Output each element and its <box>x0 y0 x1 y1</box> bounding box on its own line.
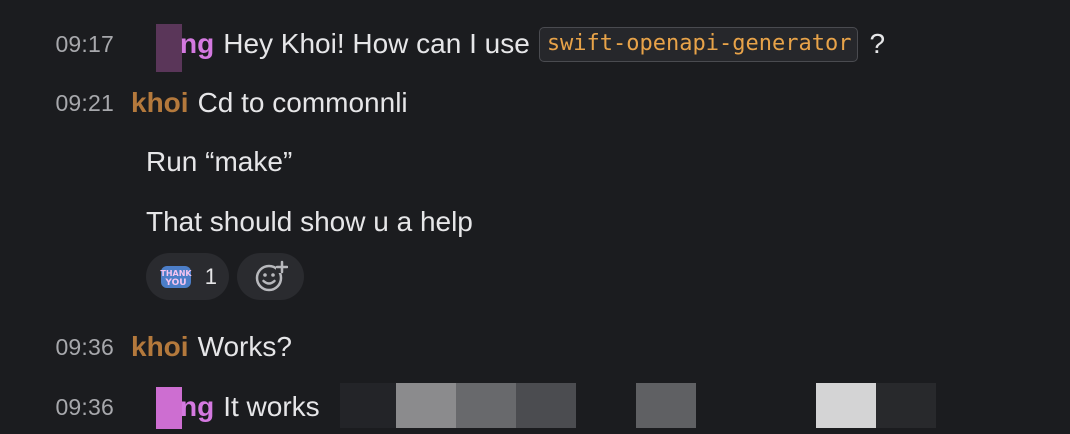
redacted-block <box>516 383 576 428</box>
username-link[interactable]: ng <box>180 28 214 60</box>
message-timestamp: 09:21 <box>55 89 114 116</box>
message-row: 09:36 khoi Works? <box>0 327 1070 367</box>
message-content: khoi Cd to commonnli <box>131 87 408 119</box>
message-content: Run “make” <box>146 146 292 178</box>
message-row: That should show u a help <box>0 202 1070 242</box>
emoji-text-line: YOU <box>164 278 186 288</box>
message-text: It works <box>223 391 320 422</box>
username-link[interactable]: ng <box>180 391 214 423</box>
message-text: Run “make” <box>146 146 293 177</box>
thank-you-reaction-button[interactable]: THANK YOU 1 <box>146 253 229 300</box>
message-timestamp: 09:36 <box>55 333 114 360</box>
redacted-block <box>396 383 456 428</box>
redacted-avatar <box>156 24 182 72</box>
username-link[interactable]: khoi <box>131 87 189 119</box>
reaction-bar: THANK YOU 1 <box>146 253 304 300</box>
message-content: khoi Works? <box>131 331 292 363</box>
message-row: 09:17 ng Hey Khoi! How can I use swift-o… <box>0 24 1070 72</box>
reaction-count: 1 <box>204 263 217 289</box>
message-row: 09:21 khoi Cd to commonnli <box>0 83 1070 123</box>
redacted-block <box>876 383 936 428</box>
message-content: That should show u a help <box>146 206 473 238</box>
thank-you-emoji-icon: THANK YOU <box>160 265 192 288</box>
message-content: ng It works <box>180 391 320 423</box>
message-text: Works? <box>197 331 292 362</box>
message-content: ng Hey Khoi! How can I use swift-openapi… <box>180 26 886 62</box>
add-reaction-button[interactable] <box>237 253 304 300</box>
message-timestamp: 09:36 <box>55 393 114 420</box>
chat-transcript: 09:17 ng Hey Khoi! How can I use swift-o… <box>0 0 1070 434</box>
redacted-block <box>340 383 396 428</box>
redacted-block <box>816 383 876 428</box>
message-text: That should show u a help <box>146 206 473 237</box>
redacted-block <box>456 383 516 428</box>
inline-code: swift-openapi-generator <box>538 26 859 62</box>
message-row: Run “make” <box>0 142 1070 182</box>
message-timestamp: 09:17 <box>55 30 114 57</box>
message-text: Hey Khoi! How can I use <box>223 28 530 59</box>
username-link[interactable]: khoi <box>131 331 189 363</box>
emoji-text-line: THANK <box>160 269 192 278</box>
redacted-block <box>636 383 696 428</box>
add-reaction-icon <box>255 260 288 291</box>
redacted-avatar <box>156 387 182 429</box>
message-text-suffix: ? <box>869 28 886 59</box>
message-text: Cd to commonnli <box>197 87 408 118</box>
